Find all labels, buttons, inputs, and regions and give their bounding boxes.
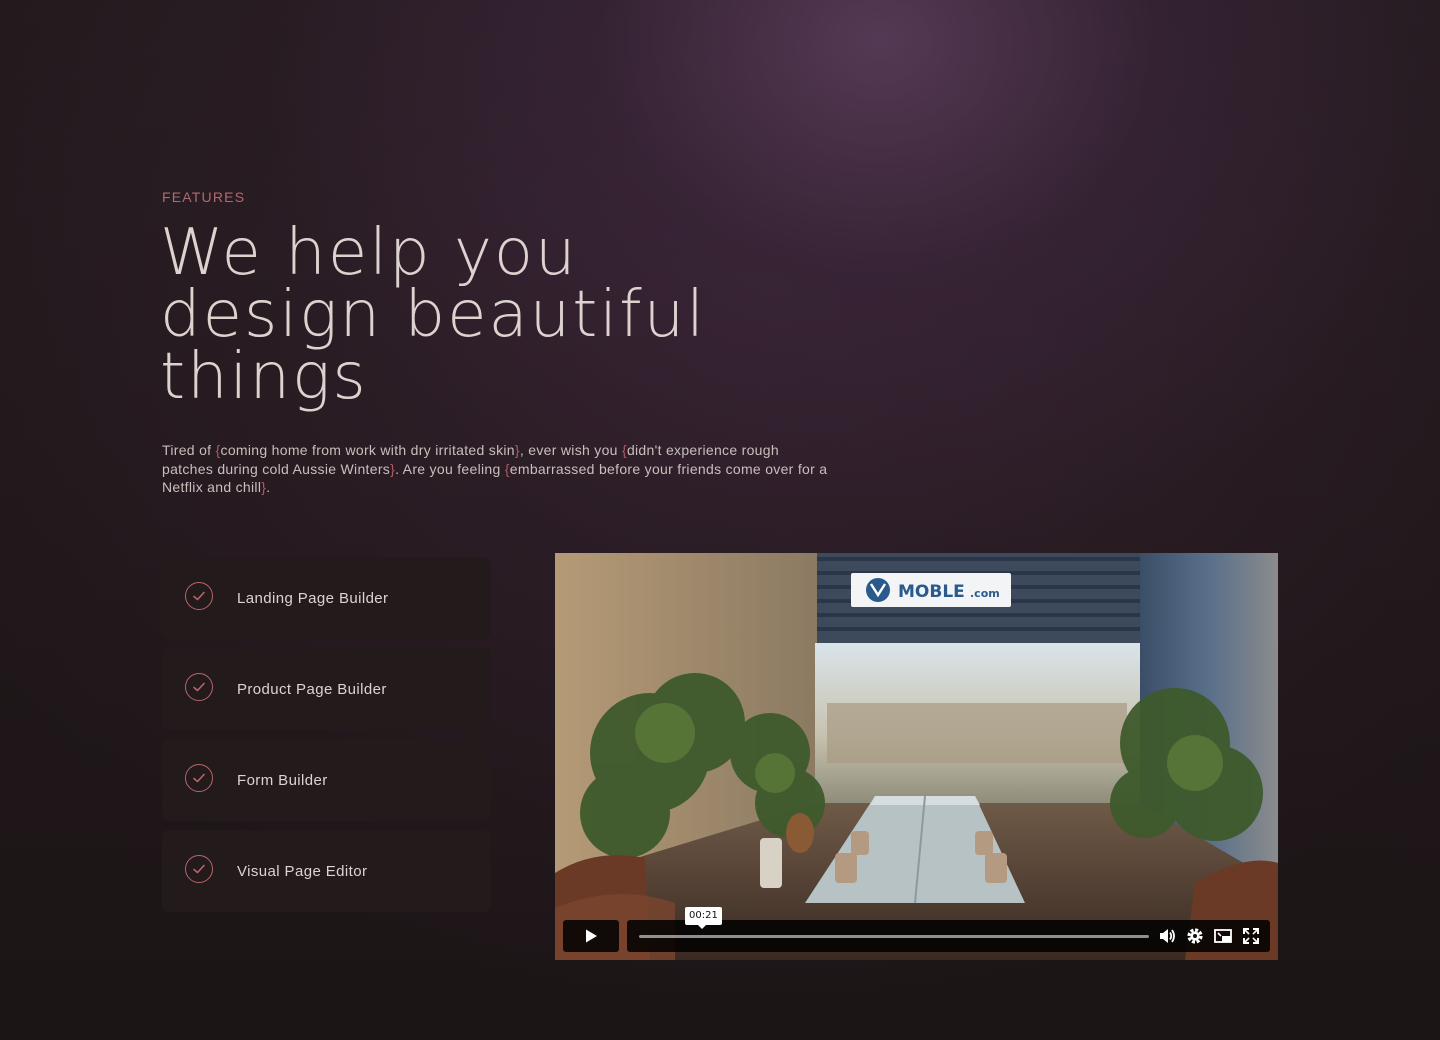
control-bar: 00:21 [627,907,1270,952]
intro-text: Tired of [162,442,216,458]
section-eyebrow: FEATURES [162,189,246,205]
play-button[interactable] [563,920,619,952]
intro-highlight: coming home from work with dry irritated… [220,442,515,458]
feature-label: Product Page Builder [237,680,387,698]
volume-icon[interactable] [1157,926,1177,946]
timecode-tooltip: 00:21 [685,907,722,929]
feature-list: Landing Page Builder Product Page Builde… [162,557,491,921]
headline-line-2: design beautiful [160,278,706,352]
feature-card-product-page-builder[interactable]: Product Page Builder [162,648,491,730]
fullscreen-icon[interactable] [1241,926,1261,946]
section-intro: Tired of {coming home from work with dry… [162,441,832,497]
section-headline: We help you design beautiful things [160,216,860,414]
sign-suffix: .com [970,587,1000,600]
sign-text: MOBLE [898,582,965,602]
headline-line-3: things [160,340,368,414]
feature-card-form-builder[interactable]: Form Builder [162,739,491,821]
check-circle-icon [185,764,213,792]
feature-card-visual-page-editor[interactable]: Visual Page Editor [162,830,491,912]
picture-in-picture-icon[interactable] [1213,926,1233,946]
play-icon [586,929,597,943]
feature-label: Form Builder [237,771,328,789]
check-circle-icon [185,582,213,610]
progress-track[interactable] [639,935,1149,938]
check-circle-icon [185,855,213,883]
features-section: FEATURES We help you design beautiful th… [0,0,1440,1040]
intro-text: . Are you feeling [395,460,505,477]
intro-text: . [266,479,271,495]
check-circle-icon [185,673,213,701]
feature-label: Landing Page Builder [237,589,389,607]
video-controls: 00:21 [563,907,1270,952]
settings-gear-icon[interactable] [1185,926,1205,946]
intro-text: , ever wish you [519,442,622,458]
video-frame: MOBLE .com [555,553,1278,960]
video-player[interactable]: MOBLE .com 00:21 [555,553,1278,960]
feature-label: Visual Page Editor [237,862,368,880]
feature-card-landing-page-builder[interactable]: Landing Page Builder [162,557,491,639]
headline-line-1: We help you [160,216,578,290]
